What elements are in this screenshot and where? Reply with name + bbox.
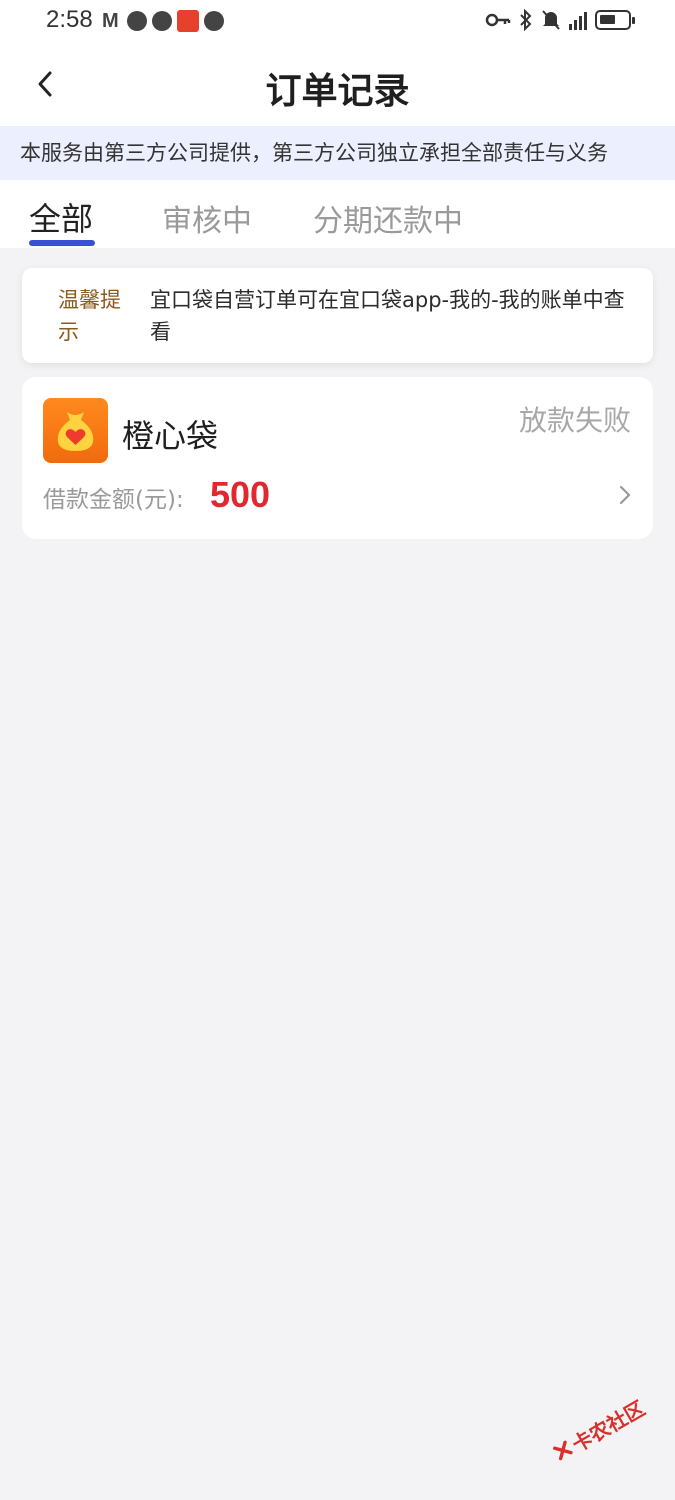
- loan-amount-value: 500: [210, 474, 271, 515]
- money-bag-heart-icon: [57, 412, 94, 451]
- bluetooth-icon: [520, 9, 532, 31]
- page-title: 订单记录: [265, 71, 410, 112]
- tab-installment-repaying[interactable]: 分期还款中: [313, 196, 463, 240]
- chat-icon: [204, 11, 224, 31]
- gmail-icon: M: [102, 10, 119, 32]
- loan-amount-label: 借款金额(元):: [43, 487, 184, 513]
- tip-card: 温馨提示 宜口袋自营订单可在宜口袋app-我的-我的账单中查看: [22, 268, 653, 363]
- system-icons: [485, 9, 635, 31]
- tab-all[interactable]: 全部: [29, 194, 93, 240]
- active-tab-indicator: [29, 240, 95, 246]
- status-time: 2:58: [46, 6, 93, 33]
- watermark: 卡农社区: [538, 1374, 660, 1485]
- app-notification-icon: [177, 10, 199, 32]
- app-logo: [43, 398, 108, 463]
- tab-reviewing[interactable]: 审核中: [162, 196, 252, 240]
- battery-icon: [595, 10, 635, 30]
- chevron-right-icon: [619, 485, 631, 505]
- signal-icon: [569, 10, 587, 30]
- order-card[interactable]: 橙心袋 放款失败 借款金额(元): 500: [22, 377, 653, 539]
- notification-icons: M: [102, 10, 224, 32]
- tip-label: 温馨提示: [58, 288, 121, 344]
- watermark-text: 卡农社区: [567, 1395, 649, 1457]
- page-header: 订单记录: [0, 44, 675, 126]
- tip-text: 宜口袋自营订单可在宜口袋app-我的-我的账单中查看: [150, 288, 625, 344]
- tab-bar: 全部 审核中 分期还款中: [0, 180, 675, 248]
- message-icon: [127, 11, 147, 31]
- mute-icon: [542, 10, 560, 30]
- notice-banner: 本服务由第三方公司提供，第三方公司独立承担全部责任与义务: [0, 126, 675, 180]
- order-status: 放款失败: [518, 404, 631, 437]
- app-name: 橙心袋: [122, 417, 219, 455]
- status-bar: 2:58 M: [0, 0, 675, 44]
- chat-icon: [152, 11, 172, 31]
- key-icon: [485, 13, 511, 27]
